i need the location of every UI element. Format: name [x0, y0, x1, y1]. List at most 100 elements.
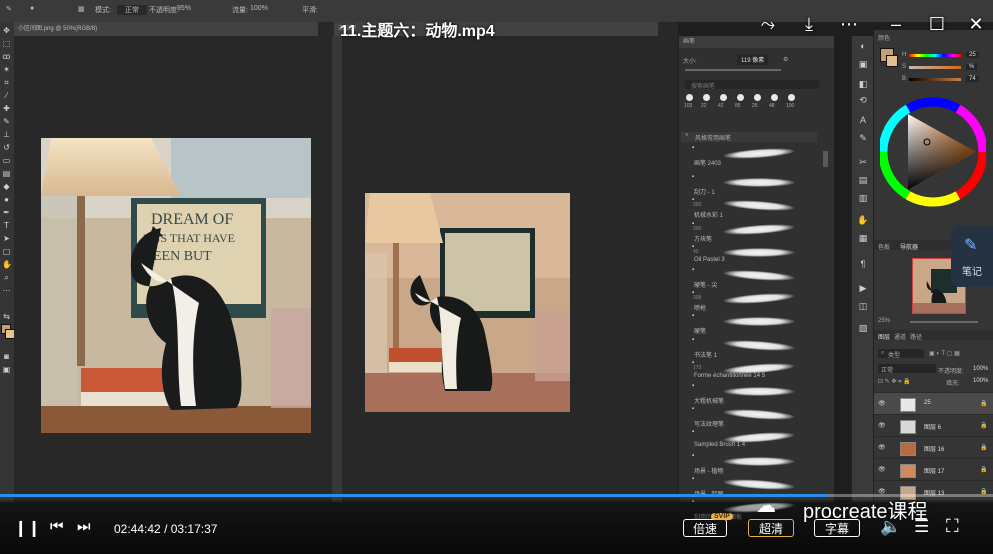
blur-tool-icon[interactable]: ◆	[2, 182, 11, 191]
brush-item[interactable]: ▪ 硬笔	[679, 312, 827, 335]
brush-item[interactable]: ▪ 场景 - 植物	[679, 452, 827, 475]
crop-tool-icon[interactable]: ⌗	[2, 78, 11, 87]
hand-panel-icon[interactable]: ✋	[857, 214, 869, 226]
visibility-eye-icon[interactable]: 👁	[878, 466, 886, 473]
layer-name[interactable]: 图层 16	[924, 444, 944, 453]
move-tool-icon[interactable]: ✥	[2, 26, 11, 35]
brush-item[interactable]: ▪ 刮刀 - 1	[679, 173, 827, 196]
brush-panel-icon[interactable]: ✎	[857, 132, 869, 144]
tab-channels[interactable]: 通道	[894, 332, 906, 341]
path-select-icon[interactable]: ➤	[2, 234, 11, 243]
previous-icon[interactable]: ⏮	[50, 518, 64, 535]
volume-icon[interactable]: 🔈	[880, 517, 901, 537]
tab-layers[interactable]: 图层	[878, 332, 890, 341]
gradient-tool-icon[interactable]: ▤	[2, 169, 11, 178]
layer-row[interactable]: 👁 图层 17 🔒	[874, 458, 993, 481]
healing-brush-icon[interactable]: ✚	[2, 104, 11, 113]
quality-button[interactable]: 超清	[748, 519, 794, 537]
brush-list-scrollbar[interactable]	[823, 151, 828, 167]
eyedropper-icon[interactable]: ⁄	[2, 91, 11, 100]
playlist-icon[interactable]: ☰	[914, 517, 929, 537]
painting-canvas[interactable]	[365, 193, 570, 412]
color-wheel[interactable]	[880, 94, 986, 214]
brush-item[interactable]: ▪ Sampled Brush 1 4	[679, 428, 827, 450]
tab-navigator[interactable]: 导航器	[900, 242, 918, 251]
close-icon[interactable]: ✕	[964, 12, 988, 36]
share-icon[interactable]: ⤳	[756, 12, 780, 36]
saturation-slider[interactable]	[909, 66, 961, 69]
more-icon[interactable]: ⋯	[837, 12, 861, 36]
fullscreen-icon[interactable]: ⛶	[946, 516, 959, 537]
paragraph-icon[interactable]: ¶	[857, 258, 869, 270]
layer-fill-value[interactable]: 100%	[973, 378, 988, 384]
brush-settings-icon[interactable]: ⚙	[783, 56, 788, 63]
blend-mode-select[interactable]: 正常	[878, 364, 936, 374]
swap-colors-icon[interactable]: ⇆	[2, 312, 11, 321]
lock-icon[interactable]: 🔒	[980, 400, 987, 407]
layer-name[interactable]: 图层 6	[924, 422, 941, 431]
document-tab-left[interactable]: 小区间图.png @ 50%(RGB/8)	[14, 22, 318, 36]
properties-icon[interactable]: ▣	[857, 58, 869, 70]
channels-icon[interactable]: ◫	[857, 300, 869, 312]
shape-tool-icon[interactable]: ▢	[2, 247, 11, 256]
lock-icon[interactable]: 🔒	[980, 422, 987, 429]
brush-search-input[interactable]: 搜索画笔	[685, 80, 819, 90]
clone-stamp-icon[interactable]: ⊥	[2, 130, 11, 139]
layer-filter-icons[interactable]: ▣ ◐ T ▢ ▦	[929, 350, 960, 357]
visibility-eye-icon[interactable]: 👁	[878, 422, 886, 429]
hue-slider[interactable]	[909, 54, 961, 57]
s-value[interactable]: %	[966, 64, 978, 70]
brightness-slider[interactable]	[909, 78, 961, 81]
flow-value[interactable]: 100%	[250, 5, 268, 12]
b-value[interactable]: 74	[966, 76, 979, 82]
clone-source-icon[interactable]: ✂	[857, 156, 869, 168]
maximize-icon[interactable]: ☐	[925, 12, 949, 36]
navigator-zoom[interactable]: 25%	[878, 318, 890, 324]
brush-item[interactable]: ▪ 40 Oil Pastel 3	[679, 243, 827, 265]
brush-tool-icon[interactable]: ✎	[6, 5, 12, 13]
lock-icon[interactable]: 🔒	[980, 466, 987, 473]
magic-wand-icon[interactable]: ✶	[2, 65, 11, 74]
hand-tool-icon[interactable]: ✋	[2, 260, 12, 269]
opacity-value[interactable]: 95%	[177, 5, 191, 12]
brush-icon[interactable]: ✎	[2, 117, 11, 126]
styles-icon[interactable]: ▥	[857, 192, 869, 204]
layer-name[interactable]: 图层 17	[924, 466, 944, 475]
quick-mask-icon[interactable]: ◙	[2, 352, 11, 361]
adjustments-icon[interactable]: ◧	[857, 78, 869, 90]
download-icon[interactable]: ⤓	[797, 12, 821, 36]
type-tool-icon[interactable]: T	[2, 221, 11, 230]
zoom-tool-icon[interactable]: ⌕	[2, 273, 11, 282]
layer-filter-select[interactable]: ⌕ 类型	[878, 349, 924, 359]
brush-size-value[interactable]: 119 像素	[737, 54, 769, 65]
brush-item[interactable]: ▪ 写法纹理笔	[679, 405, 827, 428]
reference-photo-canvas[interactable]: DREAM OF NGS THAT HAVE EEN BUT	[41, 138, 311, 433]
marquee-tool-icon[interactable]: ⬚	[2, 39, 11, 48]
brush-item[interactable]: ▪ 173 Forme échantillonnée 14 5	[679, 359, 827, 381]
visibility-eye-icon[interactable]: 👁	[878, 400, 886, 407]
brush-item[interactable]: ▪ 硬笔 - 尖	[679, 266, 827, 289]
more-tools-icon[interactable]: ⋯	[2, 286, 11, 295]
next-icon[interactable]: ⏭	[77, 518, 91, 535]
tab-swatches[interactable]: 色板	[878, 242, 890, 251]
brush-item[interactable]: ▪ 350 机械水彩 1	[679, 196, 827, 219]
screen-mode-icon[interactable]: ▣	[2, 365, 11, 374]
tab-paths[interactable]: 路径	[910, 332, 922, 341]
brush-item[interactable]: ▪ 398 喷枪	[679, 289, 827, 312]
eraser-icon[interactable]: ▭	[2, 156, 11, 165]
layer-row[interactable]: 👁 25 🔒	[874, 392, 993, 415]
actions-icon[interactable]: ▶	[857, 282, 869, 294]
speed-button[interactable]: 倍速	[683, 519, 727, 537]
brush-size-slider[interactable]	[685, 69, 781, 71]
visibility-eye-icon[interactable]: 👁	[878, 444, 886, 451]
color-wheel-icon[interactable]: ◐	[857, 40, 869, 52]
navigator-zoom-slider[interactable]	[910, 321, 978, 323]
mode-select[interactable]: 正常	[117, 5, 147, 15]
h-value[interactable]: 25	[966, 52, 979, 58]
libraries-icon[interactable]: ▤	[857, 174, 869, 186]
brush-item[interactable]: ▪ 300 方块笔	[679, 220, 827, 243]
pen-tool-icon[interactable]: ✒	[2, 208, 11, 217]
brush-item[interactable]: ▪ 画笔 2403	[679, 144, 827, 167]
lock-icons[interactable]: ⊡ ✎ ✥ ⌗ 🔒	[878, 378, 911, 386]
brush-preset-icon[interactable]: ●	[30, 5, 34, 12]
